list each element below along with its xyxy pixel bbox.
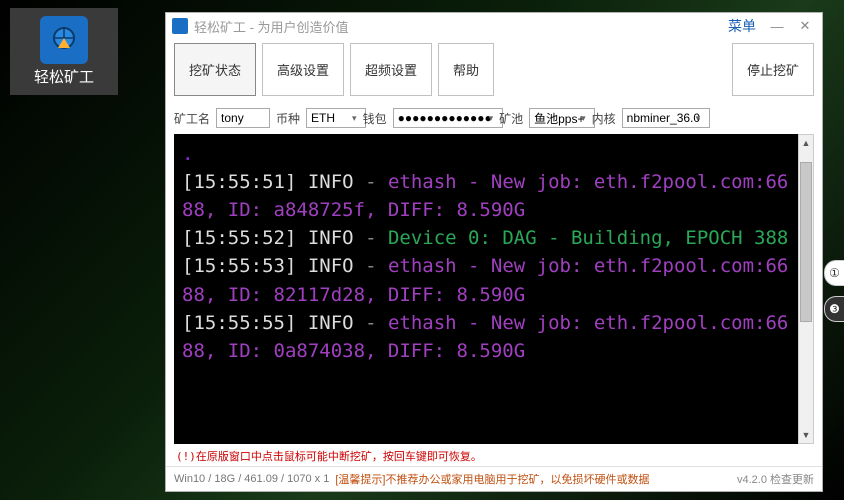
app-window: 轻松矿工 - 为用户创造价值 菜单 — ✕ 挖矿状态 高级设置 超频设置 帮助 … xyxy=(165,12,823,492)
console-warning: (!)在原版窗口中点击鼠标可能中断挖矿，按回车键即可恢复。 xyxy=(166,444,822,466)
scrollbar[interactable]: ▲ ▼ xyxy=(798,134,814,444)
coin-label: 币种 xyxy=(276,110,300,127)
close-button[interactable]: ✕ xyxy=(794,18,816,34)
scroll-up-icon[interactable]: ▲ xyxy=(799,135,813,151)
titlebar: 轻松矿工 - 为用户创造价值 菜单 — ✕ xyxy=(166,13,822,39)
kernel-label: 内核 xyxy=(592,110,616,127)
side-tabs: ① ❸ xyxy=(824,260,844,322)
pool-select[interactable] xyxy=(529,108,595,128)
tab-help[interactable]: 帮助 xyxy=(438,43,494,96)
coin-select[interactable] xyxy=(306,108,366,128)
minimize-button[interactable]: — xyxy=(766,19,788,34)
scroll-track[interactable] xyxy=(799,151,813,427)
scroll-thumb[interactable] xyxy=(800,162,812,322)
status-bar: Win10 / 18G / 461.09 / 1070 x 1 [温馨提示]不推… xyxy=(166,466,822,491)
console-area: . [15:55:51] INFO - ethash - New job: et… xyxy=(174,134,814,444)
miner-name-input[interactable] xyxy=(216,108,270,128)
side-tab-2[interactable]: ❸ xyxy=(824,296,844,322)
wallet-label: 钱包 xyxy=(363,110,387,127)
stop-mining-button[interactable]: 停止挖矿 xyxy=(732,43,814,96)
window-title: 轻松矿工 - 为用户创造价值 xyxy=(194,17,718,36)
tab-advanced[interactable]: 高级设置 xyxy=(262,43,344,96)
desktop-shortcut[interactable]: 轻松矿工 xyxy=(10,8,118,95)
params-bar: 矿工名 币种 钱包 矿池 内核 xyxy=(166,104,822,134)
menu-button[interactable]: 菜单 xyxy=(724,16,760,36)
app-icon xyxy=(40,16,88,64)
scroll-down-icon[interactable]: ▼ xyxy=(799,427,813,443)
desktop-shortcut-label: 轻松矿工 xyxy=(10,66,118,87)
pool-label: 矿池 xyxy=(499,110,523,127)
tab-mining-status[interactable]: 挖矿状态 xyxy=(174,43,256,96)
side-tab-1[interactable]: ① xyxy=(824,260,844,286)
version-check-update[interactable]: v4.2.0 检查更新 xyxy=(737,471,814,487)
miner-label: 矿工名 xyxy=(174,110,210,127)
tab-overclock[interactable]: 超频设置 xyxy=(350,43,432,96)
system-info: Win10 / 18G / 461.09 / 1070 x 1 xyxy=(174,473,329,485)
console-output: . [15:55:51] INFO - ethash - New job: et… xyxy=(174,134,798,444)
wallet-select[interactable] xyxy=(393,108,503,128)
titlebar-icon xyxy=(172,18,188,34)
status-tip: [温馨提示]不推荐办公或家用电脑用于挖矿，以免损坏硬件或数据 xyxy=(335,471,649,487)
toolbar: 挖矿状态 高级设置 超频设置 帮助 停止挖矿 xyxy=(166,39,822,104)
kernel-select[interactable] xyxy=(622,108,710,128)
